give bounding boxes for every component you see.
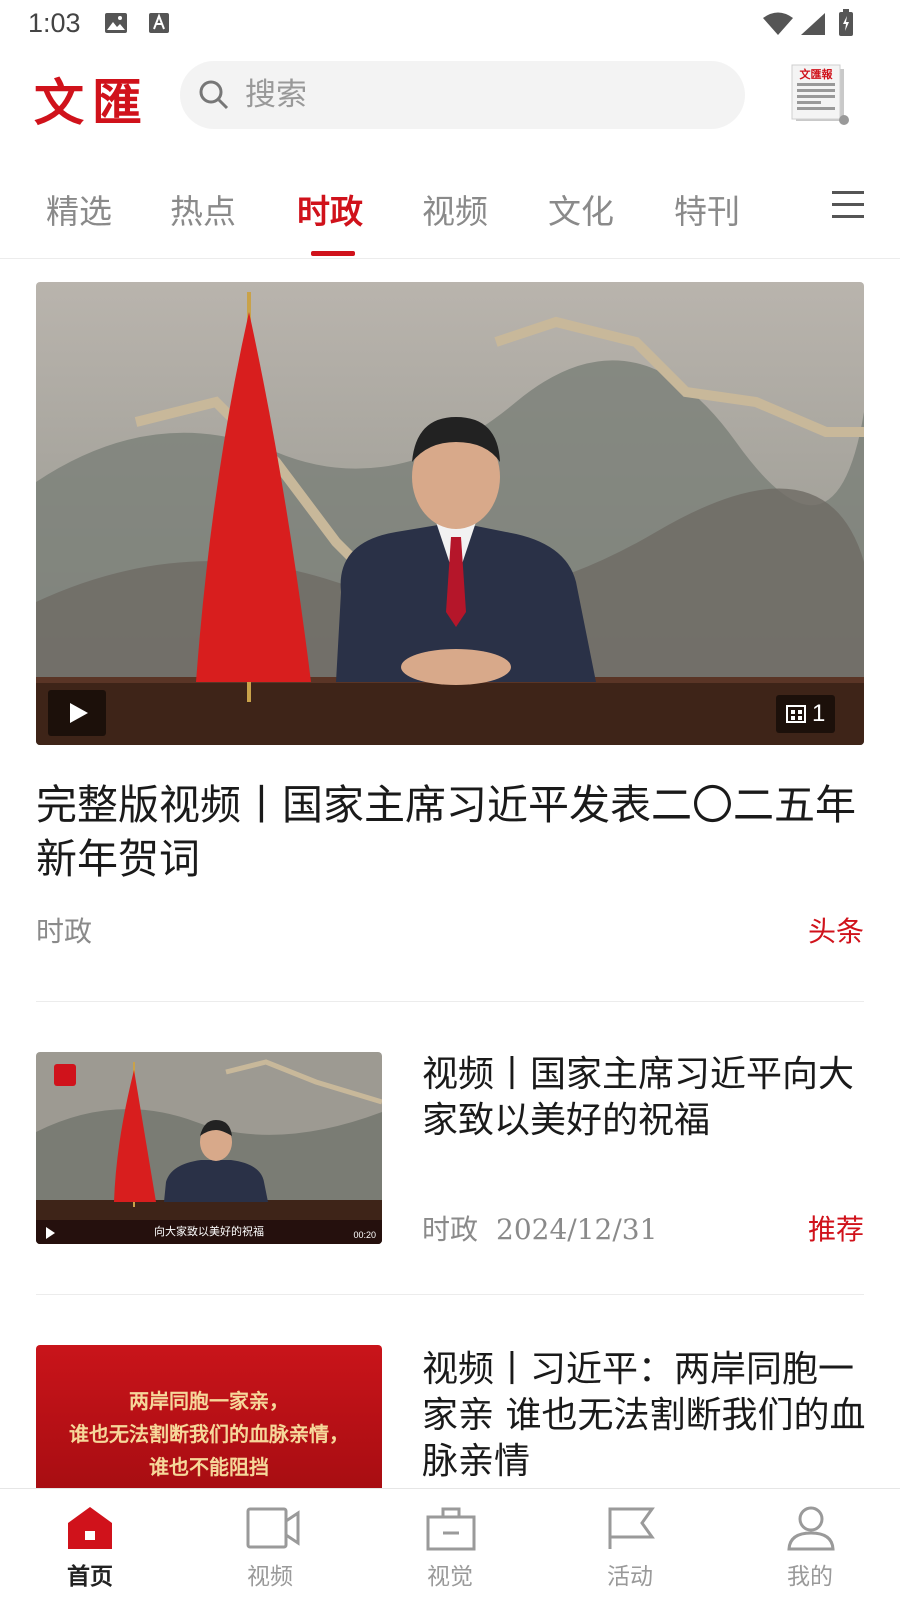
- search-bar[interactable]: [180, 61, 745, 129]
- image-count: 1: [812, 700, 826, 727]
- home-icon: [68, 1507, 112, 1549]
- nav-activity[interactable]: 活动: [540, 1489, 720, 1600]
- flag-icon: [608, 1507, 655, 1549]
- tab-culture[interactable]: 文化: [548, 185, 614, 233]
- tab-featured[interactable]: 精选: [46, 185, 112, 233]
- nav-visual[interactable]: 视觉: [360, 1489, 540, 1600]
- hero-title[interactable]: 完整版视频丨国家主席习近平发表二〇二五年新年贺词: [36, 778, 866, 886]
- nav-label: 视频: [247, 1564, 293, 1590]
- play-icon[interactable]: [48, 690, 106, 736]
- hero-category: 时政: [36, 915, 93, 948]
- gallery-notification-icon: [104, 12, 128, 38]
- nav-label: 活动: [607, 1564, 653, 1590]
- thumbnail-quote: 两岸同胞一家亲， 谁也无法割断我们的血脉亲情， 谁也不能阻挡: [36, 1385, 382, 1484]
- status-time: 1:03: [28, 8, 81, 38]
- hero-tag: 头条: [807, 915, 864, 948]
- briefcase-icon: [426, 1507, 476, 1551]
- battery-icon: [838, 9, 854, 41]
- article-thumbnail[interactable]: 两岸同胞一家亲， 谁也无法割断我们的血脉亲情， 谁也不能阻挡: [36, 1345, 382, 1488]
- user-icon: [787, 1506, 835, 1551]
- signal-icon: [800, 12, 826, 40]
- nav-label: 首页: [67, 1564, 113, 1590]
- video-icon: [246, 1507, 300, 1549]
- nav-video[interactable]: 视频: [180, 1489, 360, 1600]
- tab-video[interactable]: 视频: [422, 185, 488, 233]
- nav-label: 我的: [787, 1564, 833, 1590]
- app-logo[interactable]: 文匯: [34, 63, 150, 135]
- nav-home[interactable]: 首页: [0, 1489, 180, 1600]
- channel-logo-icon: [54, 1064, 76, 1086]
- search-input[interactable]: [245, 61, 725, 129]
- tab-special[interactable]: 特刊: [674, 185, 740, 233]
- play-icon: [46, 1227, 55, 1239]
- nav-me[interactable]: 我的: [720, 1489, 900, 1600]
- article-category: 时政: [422, 1213, 479, 1246]
- bottom-navigation: 首页 视频 视觉 活动 我的: [0, 1488, 900, 1600]
- search-icon: [199, 80, 229, 110]
- divider: [36, 1001, 864, 1002]
- tab-hot[interactable]: 热点: [170, 185, 236, 233]
- gallery-icon: [786, 705, 806, 723]
- thumbnail-quote-line: 谁也无法割断我们的血脉亲情，: [69, 1422, 349, 1446]
- newspaper-icon[interactable]: 文匯報: [790, 63, 852, 129]
- divider: [36, 1294, 864, 1295]
- article-thumbnail[interactable]: 向大家致以美好的祝福 00:20: [36, 1052, 382, 1244]
- font-notification-icon: [148, 12, 170, 38]
- tab-politics[interactable]: 时政: [297, 185, 363, 233]
- nav-label: 视觉: [427, 1564, 473, 1590]
- wifi-icon: [762, 12, 794, 40]
- article-title[interactable]: 视频丨国家主席习近平向大家致以美好的祝福: [422, 1052, 862, 1144]
- video-duration: 00:20: [353, 1230, 376, 1240]
- article-meta: 时政 2024/12/31: [422, 1208, 657, 1248]
- thumbnail-quote-line: 谁也不能阻挡: [149, 1455, 269, 1479]
- thumbnail-quote-line: 两岸同胞一家亲，: [129, 1389, 289, 1413]
- image-count-badge: 1: [776, 695, 836, 733]
- menu-icon[interactable]: [832, 189, 864, 219]
- status-bar: 1:03: [0, 0, 900, 50]
- active-tab-indicator: [311, 251, 355, 256]
- app-header: 文匯 文匯報: [0, 55, 900, 140]
- article-title[interactable]: 视频丨习近平：两岸同胞一家亲 谁也无法割断我们的血脉亲情: [422, 1347, 872, 1485]
- thumbnail-caption: 向大家致以美好的祝福: [36, 1220, 382, 1244]
- article-date: 2024/12/31: [496, 1213, 658, 1246]
- category-tabs: 精选 热点 时政 视频 文化 特刊: [0, 175, 900, 259]
- newspaper-logo-text: 文匯報: [800, 67, 834, 81]
- hero-video-thumbnail[interactable]: 1: [36, 282, 864, 745]
- article-tag: 推荐: [807, 1213, 864, 1246]
